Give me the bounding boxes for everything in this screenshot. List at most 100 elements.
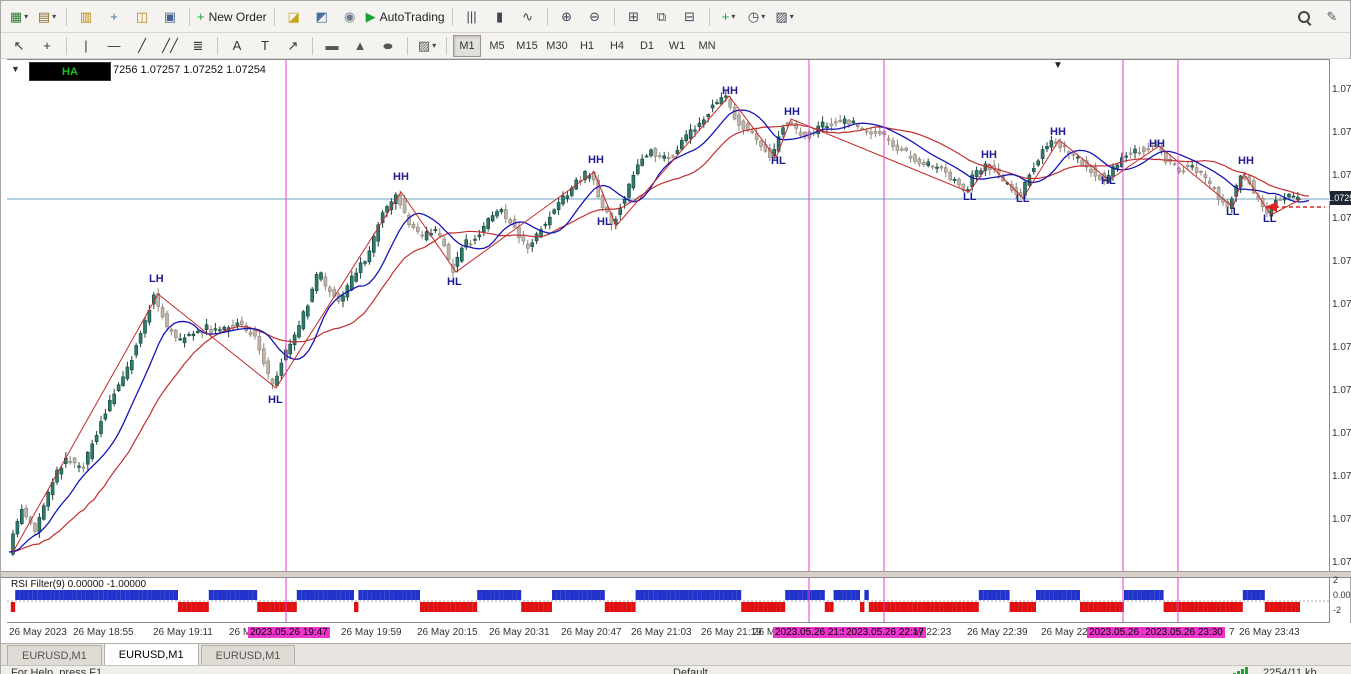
toolbar-separator [446,36,447,55]
metaeditor-button[interactable]: ◪ [281,5,307,29]
time-tick-label: 26 May 21:03 [631,627,692,638]
periods-button[interactable]: ◷ ▾ [744,5,770,29]
periods-icon: ◷ [747,8,760,24]
toolbar-separator [613,7,615,26]
text-label-button[interactable]: T [252,34,278,58]
data-window-button[interactable]: + [101,5,127,29]
arrange-windows-button[interactable]: ⊟ [677,5,703,29]
time-axis[interactable]: 26 May 2023 26 May 18:55 26 May 19:11 26 Ma… [1,623,1351,643]
templates-icon: ▨ [775,8,788,24]
quick-edit-button[interactable]: ✎ [1319,5,1345,29]
price-tick: 1.0703 [1332,514,1351,525]
chevron-down-icon[interactable]: ▾ [731,12,735,21]
time-tick-label: 26 May 20:31 [489,627,550,638]
timeframe-h4-button[interactable]: H4 [603,35,631,57]
chevron-down-icon[interactable]: ▾ [24,12,28,21]
trendline-button[interactable]: ╱ [129,34,155,58]
terminal-button[interactable]: ▣ [157,5,183,29]
experts-button[interactable]: ◩ [309,5,335,29]
data-window-icon: + [110,9,118,24]
zoom-in-button[interactable]: ⊕ [554,5,580,29]
rsi-scale-mid: 0.00 [1333,590,1351,600]
bars-view-icon: ||| [466,9,477,24]
status-bar: For Help, press F1 Default 2254/11 kb [1,665,1351,674]
vertical-line-button[interactable]: | [73,34,99,58]
time-tick-label: 26 May 19:59 [341,627,402,638]
line-view-button[interactable]: ∿ [515,5,541,29]
chevron-down-icon[interactable]: ▾ [761,12,765,21]
search-button[interactable] [1291,5,1317,29]
horizontal-line-button[interactable]: — [101,34,127,58]
market-watch-button[interactable]: ▥ [73,5,99,29]
price-axis[interactable]: 1.0725 1.0733 1.0730 1.0727 1.0724 1.0721 1.0… [1326,59,1351,571]
new-order-button[interactable]: + New Order [196,5,268,29]
indicator-tooltip: HA [29,62,111,81]
sounds-button[interactable]: ◉ [337,5,363,29]
crosshair-button[interactable]: + [34,34,60,58]
timeframe-h1-button[interactable]: H1 [573,35,601,57]
chart-tab-2[interactable]: EURUSD,M1 [200,645,296,665]
fibonacci-button[interactable]: ≣ [185,34,211,58]
metaeditor-icon: ◪ [287,8,300,24]
timeframe-d1-button[interactable]: D1 [633,35,661,57]
arrow-objects-button[interactable]: ↗ [280,34,306,58]
rsi-histogram-canvas [7,578,1329,622]
text-label-icon: T [261,38,269,53]
navigator-icon: ◫ [135,8,149,24]
bars-view-button[interactable]: ||| [459,5,485,29]
ellipse-button[interactable]: ● [375,34,401,58]
triangle-button[interactable]: ▲ [347,34,373,58]
price-chart-canvas[interactable] [7,60,1329,572]
navigator-button[interactable]: ◫ [129,5,155,29]
timeframe-m5-button[interactable]: M5 [483,35,511,57]
chevron-down-icon[interactable]: ▾ [432,41,436,50]
line-view-icon: ∿ [522,8,533,24]
time-tick-label: ay 22:23 [913,627,952,638]
tile-windows-button[interactable]: ⊞ [621,5,647,29]
more-objects-button[interactable]: ▨ ▾ [414,34,440,58]
new-chart-button[interactable]: ▦ ▾ [6,5,32,29]
rectangle-icon: ▬ [325,38,339,53]
time-tick-label: 26 May 22:39 [967,627,1028,638]
chart-tab-1[interactable]: EURUSD,M1 [103,643,199,665]
time-tick-label: 26 May 19:11 [153,627,213,638]
autotrading-label: AutoTrading [379,9,445,24]
chart-collapse-icon[interactable]: ▼ [11,64,20,74]
chart-tab-0[interactable]: EURUSD,M1 [7,645,102,665]
fibonacci-icon: ≣ [192,37,204,53]
panel-splitter[interactable] [1,571,1351,578]
current-price-badge: 1.0725 [1326,191,1351,205]
indicators-button[interactable]: + ▾ [716,5,742,29]
drawing-toolbar: ↖ + | — ╱ ╱╱ ≣ A T ↗ ▬ ▲ ● ▨ ▾ M1 M5 M15 M30 H1 H4 D1 W1 MN [1,33,1350,59]
more-objects-icon: ▨ [417,37,431,53]
time-tick-label: 26 May 20:15 [417,627,478,638]
time-tick-label: 26 May 18:55 [73,627,134,638]
zoom-out-icon: ⊖ [589,8,600,24]
timeframe-m15-button[interactable]: M15 [513,35,541,57]
drawing-tools-group: ↖ + | — ╱ ╱╱ ≣ A T ↗ ▬ ▲ ● ▨ ▾ [5,34,452,58]
timeframe-m30-button[interactable]: M30 [543,35,571,57]
autotrading-button[interactable]: ▶ AutoTrading [365,5,446,29]
cursor-button[interactable]: ↖ [6,34,32,58]
templates-button[interactable]: ▨ ▾ [772,5,798,29]
text-button[interactable]: A [224,34,250,58]
vertical-line-icon: | [84,38,88,53]
cascade-windows-button[interactable]: ⧉ [649,5,675,29]
rsi-indicator-panel[interactable]: RSI Filter(9) 0.00000 -1.00000 [7,578,1329,623]
search-icon [1298,10,1310,23]
profiles-button[interactable]: ▤ ▾ [34,5,60,29]
timeframe-mn-button[interactable]: MN [693,35,721,57]
horizontal-line-icon: — [107,38,121,53]
pencil-icon: ✎ [1326,8,1338,24]
timeframe-m1-button[interactable]: M1 [453,34,481,57]
channel-button[interactable]: ╱╱ [157,34,183,58]
chevron-down-icon[interactable]: ▾ [790,12,794,21]
chart-window[interactable]: ▼ HA 7256 1.07257 1.07252 1.07254 ▼ LH HL… [7,59,1329,572]
rectangle-button[interactable]: ▬ [319,34,345,58]
tile-windows-icon: ⊞ [628,8,639,24]
arrow-objects-icon: ↗ [287,37,299,53]
timeframe-w1-button[interactable]: W1 [663,35,691,57]
chevron-down-icon[interactable]: ▾ [52,12,56,21]
zoom-out-button[interactable]: ⊖ [582,5,608,29]
candles-view-button[interactable]: ▮ [487,5,513,29]
